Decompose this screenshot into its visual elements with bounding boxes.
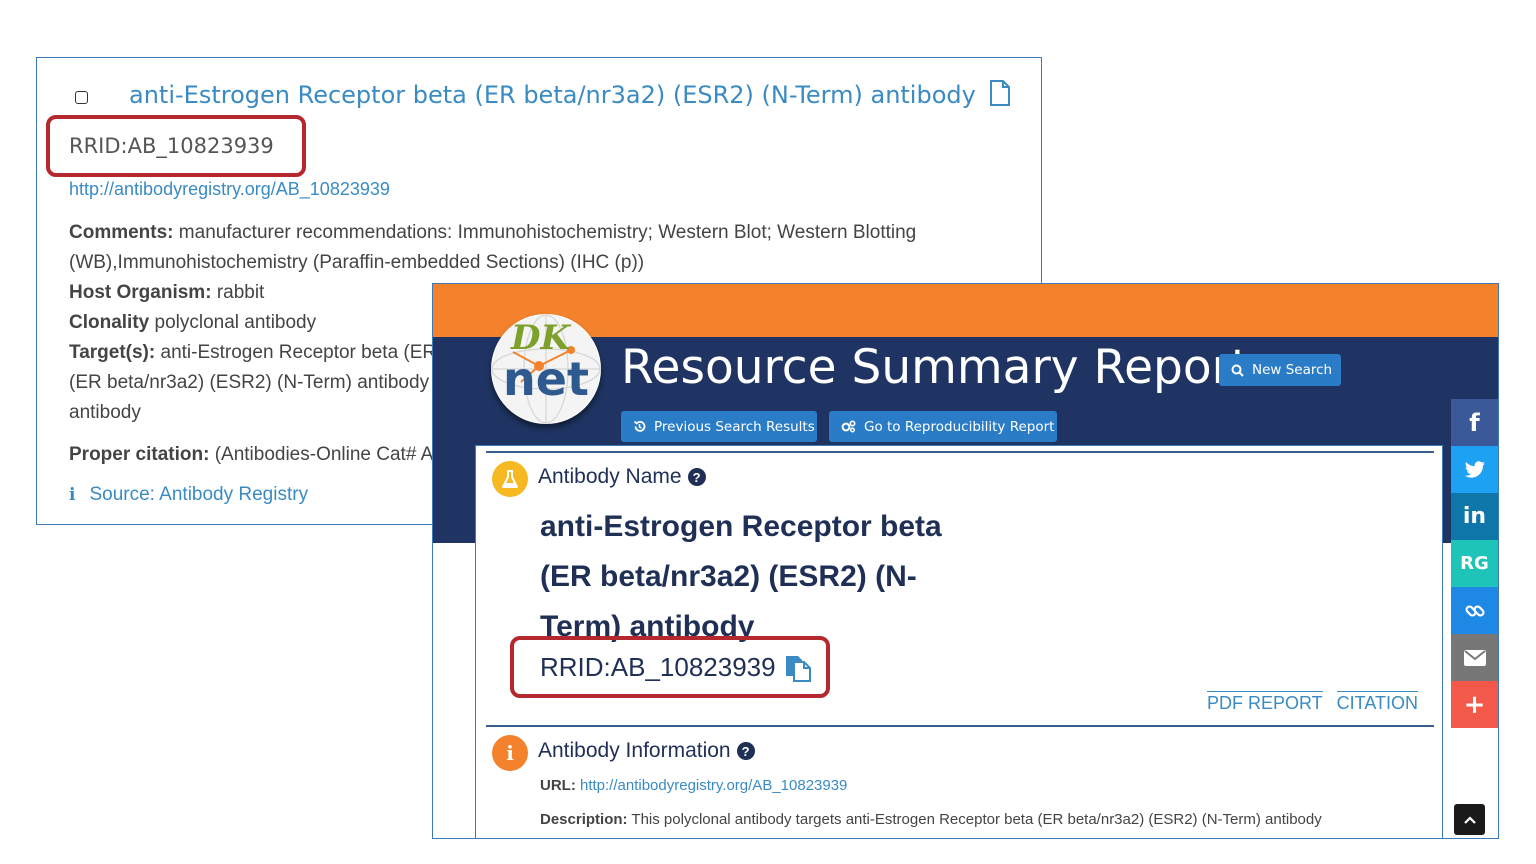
pdf-report-link[interactable]: PDF REPORT [1206, 691, 1323, 714]
help-icon[interactable]: ? [687, 468, 706, 486]
copy-link-share-button[interactable] [1451, 587, 1498, 634]
flask-icon [492, 461, 528, 497]
registry-url-link[interactable]: http://antibodyregistry.org/AB_10823939 [69, 179, 390, 200]
linkedin-share-button[interactable]: in [1451, 493, 1498, 540]
previous-search-results-button[interactable]: Previous Search Results [621, 411, 817, 442]
scroll-to-top-button[interactable] [1454, 804, 1485, 835]
source-link[interactable]: i Source: Antibody Registry [69, 484, 308, 506]
select-checkbox[interactable] [75, 91, 88, 104]
chevron-up-icon [1463, 815, 1476, 824]
search-icon [1231, 364, 1244, 377]
info-icon: i [69, 485, 76, 505]
plus-icon: + [1463, 689, 1486, 720]
antibody-name: anti-Estrogen Receptor beta (ER beta/nr3… [540, 510, 942, 643]
email-icon [1463, 649, 1486, 666]
comments-row-continued: (WB),Immunohistochemistry (Paraffin-embe… [69, 252, 645, 273]
antibody-url-link[interactable]: http://antibodyregistry.org/AB_10823939 [580, 777, 847, 794]
twitter-share-button[interactable] [1451, 446, 1498, 493]
rrid-highlight-box-left [46, 115, 306, 177]
top-divider [486, 451, 1434, 453]
description-row: Description: This polyclonal antibody ta… [540, 811, 1322, 828]
researchgate-share-button[interactable]: RG [1451, 540, 1498, 587]
twitter-icon [1464, 460, 1485, 478]
result-title-link[interactable]: anti-Estrogen Receptor beta (ER beta/nr3… [129, 80, 1011, 109]
email-share-button[interactable] [1451, 634, 1498, 681]
logo-text-net: net [503, 352, 589, 406]
report-actions: PDF REPORT CITATION [1206, 691, 1418, 714]
rrid-highlight-box-right [510, 636, 830, 698]
help-icon[interactable]: ? [736, 742, 755, 760]
more-share-button[interactable]: + [1451, 681, 1498, 728]
antibody-information-heading: Antibody Information ? [538, 739, 755, 763]
facebook-icon: f [1469, 408, 1480, 437]
reproducibility-report-button[interactable]: Go to Reproducibility Report [829, 411, 1057, 442]
researchgate-icon: RG [1460, 553, 1489, 574]
citation-link[interactable]: CITATION [1336, 691, 1418, 714]
comments-row: Comments: manufacturer recommendations: … [69, 222, 917, 243]
share-sidebar: f in RG + [1451, 399, 1498, 728]
url-row: URL: http://antibodyregistry.org/AB_1082… [540, 777, 848, 794]
link-icon [1464, 604, 1485, 617]
orange-banner [433, 284, 1498, 337]
antibody-name-heading: Antibody Name ? [538, 465, 706, 489]
resource-summary-report: DK net Resource Summary Report New Searc… [432, 283, 1499, 839]
gears-icon [841, 420, 856, 433]
info-circle-icon: i [492, 735, 528, 771]
history-icon [633, 420, 646, 432]
facebook-share-button[interactable]: f [1451, 399, 1498, 446]
dknet-logo[interactable]: DK net [491, 314, 601, 424]
document-icon[interactable] [989, 80, 1011, 106]
new-search-button[interactable]: New Search [1219, 354, 1341, 386]
section-divider [486, 725, 1434, 727]
result-title-text: anti-Estrogen Receptor beta (ER beta/nr3… [129, 81, 976, 109]
page-title: Resource Summary Report [621, 340, 1250, 395]
linkedin-icon: in [1462, 504, 1487, 529]
